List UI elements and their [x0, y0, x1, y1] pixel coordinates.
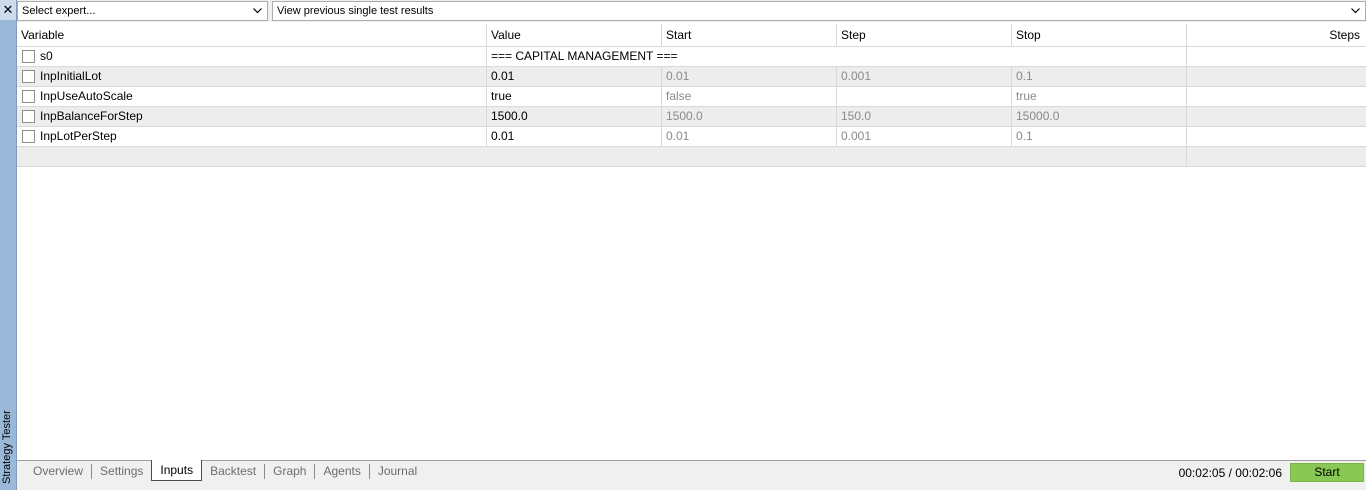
- variable-name: InpBalanceForStep: [40, 109, 143, 123]
- chevron-down-icon: [1349, 2, 1361, 20]
- start-cell[interactable]: 0.01: [662, 127, 837, 146]
- table-row[interactable]: InpLotPerStep 0.01 0.01 0.001 0.1: [17, 127, 1366, 147]
- stop-cell[interactable]: 15000.0: [1012, 107, 1187, 126]
- empty-cell: [1187, 147, 1366, 166]
- variable-cell: s0: [17, 47, 487, 66]
- stop-cell: [1012, 47, 1187, 66]
- elapsed-timer: 00:02:05 / 00:02:06: [1178, 466, 1282, 480]
- tab-journal[interactable]: Journal: [370, 461, 425, 481]
- close-icon[interactable]: ✕: [0, 0, 16, 20]
- empty-cell: [1012, 147, 1187, 166]
- start-button[interactable]: Start: [1290, 463, 1364, 482]
- step-cell[interactable]: 0.001: [837, 127, 1012, 146]
- column-header-steps[interactable]: Steps: [1187, 24, 1366, 46]
- tab-inputs[interactable]: Inputs: [151, 460, 203, 481]
- value-cell[interactable]: 0.01: [487, 127, 662, 146]
- grid-header: Variable Value Start Step Stop Steps: [17, 24, 1366, 47]
- variable-cell: InpUseAutoScale: [17, 87, 487, 106]
- expert-select[interactable]: Select expert...: [17, 1, 268, 21]
- stop-cell[interactable]: true: [1012, 87, 1187, 106]
- stop-cell[interactable]: 0.1: [1012, 67, 1187, 86]
- step-cell[interactable]: 0.001: [837, 67, 1012, 86]
- tab-agents[interactable]: Agents: [315, 461, 368, 481]
- stop-cell[interactable]: 0.1: [1012, 127, 1187, 146]
- tab-overview[interactable]: Overview: [25, 461, 91, 481]
- start-cell[interactable]: 1500.0: [662, 107, 837, 126]
- strategy-tester-sidebar: ✕ Strategy Tester: [0, 0, 17, 490]
- table-row[interactable]: InpInitialLot 0.01 0.01 0.001 0.1: [17, 67, 1366, 87]
- variable-cell: InpBalanceForStep: [17, 107, 487, 126]
- start-cell[interactable]: false: [662, 87, 837, 106]
- variable-cell: InpLotPerStep: [17, 127, 487, 146]
- optimize-checkbox[interactable]: [22, 110, 35, 123]
- start-cell: [662, 47, 837, 66]
- toolbar: Select expert... View previous single te…: [17, 0, 1366, 22]
- results-select[interactable]: View previous single test results: [272, 1, 1366, 21]
- steps-cell: [1187, 127, 1366, 146]
- steps-cell: [1187, 107, 1366, 126]
- steps-cell: [1187, 87, 1366, 106]
- tab-graph[interactable]: Graph: [265, 461, 314, 481]
- variable-name: InpUseAutoScale: [40, 89, 133, 103]
- column-header-stop[interactable]: Stop: [1012, 24, 1187, 46]
- empty-row: [17, 147, 1366, 167]
- bottom-bar: Overview Settings Inputs Backtest Graph …: [17, 460, 1366, 490]
- inputs-grid: Variable Value Start Step Stop Steps s0 …: [17, 24, 1366, 167]
- optimize-checkbox[interactable]: [22, 90, 35, 103]
- optimize-checkbox[interactable]: [22, 130, 35, 143]
- expert-select-value: Select expert...: [22, 5, 96, 17]
- tab-bar: Overview Settings Inputs Backtest Graph …: [25, 460, 425, 483]
- value-cell[interactable]: 0.01: [487, 67, 662, 86]
- variable-cell: InpInitialLot: [17, 67, 487, 86]
- variable-name: InpInitialLot: [40, 69, 102, 83]
- column-header-variable[interactable]: Variable: [17, 24, 487, 46]
- optimize-checkbox[interactable]: [22, 70, 35, 83]
- column-header-step[interactable]: Step: [837, 24, 1012, 46]
- chevron-down-icon: [251, 2, 263, 20]
- value-cell[interactable]: 1500.0: [487, 107, 662, 126]
- column-header-value[interactable]: Value: [487, 24, 662, 46]
- start-cell[interactable]: 0.01: [662, 67, 837, 86]
- value-cell[interactable]: true: [487, 87, 662, 106]
- step-cell: [837, 47, 1012, 66]
- empty-cell: [837, 147, 1012, 166]
- results-select-value: View previous single test results: [277, 5, 434, 17]
- sidebar-title: Strategy Tester: [1, 410, 13, 484]
- tab-backtest[interactable]: Backtest: [202, 461, 264, 481]
- steps-cell: [1187, 47, 1366, 66]
- variable-name: s0: [40, 49, 53, 63]
- empty-cell: [17, 147, 487, 166]
- section-title: === CAPITAL MANAGEMENT ===: [491, 49, 678, 63]
- empty-cell: [487, 147, 662, 166]
- table-row[interactable]: s0 === CAPITAL MANAGEMENT ===: [17, 47, 1366, 67]
- optimize-checkbox[interactable]: [22, 50, 35, 63]
- variable-name: InpLotPerStep: [40, 129, 117, 143]
- table-row[interactable]: InpUseAutoScale true false true: [17, 87, 1366, 107]
- steps-cell: [1187, 67, 1366, 86]
- empty-cell: [662, 147, 837, 166]
- step-cell[interactable]: 150.0: [837, 107, 1012, 126]
- tab-settings[interactable]: Settings: [92, 461, 151, 481]
- column-header-start[interactable]: Start: [662, 24, 837, 46]
- step-cell[interactable]: [837, 87, 1012, 106]
- table-row[interactable]: InpBalanceForStep 1500.0 1500.0 150.0 15…: [17, 107, 1366, 127]
